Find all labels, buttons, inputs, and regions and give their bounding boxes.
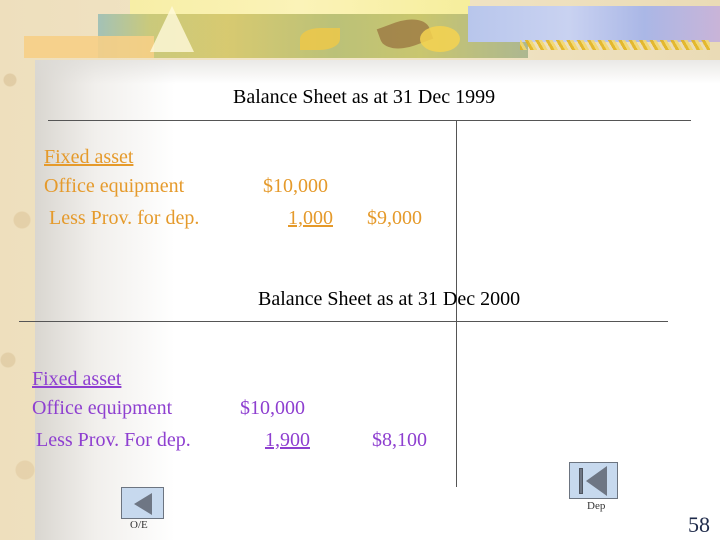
- depreciation-label-1999: Less Prov. for dep.: [49, 207, 200, 229]
- banner-blue-strip: [468, 6, 720, 42]
- office-equipment-amount-1999: $10,000: [263, 175, 328, 197]
- back-button-label: O/E: [130, 519, 148, 531]
- leaf-icon: [150, 6, 194, 52]
- office-equipment-label-2000: Office equipment: [32, 397, 173, 419]
- fixed-asset-heading-2000: Fixed asset: [32, 368, 122, 390]
- page-number: 58: [688, 512, 710, 537]
- t-account-horizontal-line-2000: [19, 321, 668, 322]
- leaf-icon: [300, 28, 340, 50]
- decorative-banner: [0, 0, 720, 60]
- first-slide-button-label: Dep: [587, 500, 606, 512]
- depreciation-amount-1999: 1,000: [288, 207, 333, 229]
- office-equipment-label-1999: Office equipment: [44, 175, 185, 197]
- fixed-asset-heading-1999: Fixed asset: [44, 146, 134, 168]
- wheat-icon: [520, 40, 710, 50]
- triangle-left-icon: [134, 493, 152, 515]
- skip-bar-icon: [579, 468, 583, 494]
- balance-sheet-2000-title: Balance Sheet as at 31 Dec 2000: [258, 288, 521, 310]
- banner-orange-strip: [24, 36, 154, 58]
- net-book-value-1999: $9,000: [367, 207, 422, 229]
- depreciation-label-2000: Less Prov. For dep.: [36, 429, 191, 451]
- net-book-value-2000: $8,100: [372, 429, 427, 451]
- depreciation-amount-2000: 1,900: [265, 429, 310, 451]
- balance-sheet-1999-title: Balance Sheet as at 31 Dec 1999: [233, 86, 496, 108]
- office-equipment-amount-2000: $10,000: [240, 397, 305, 419]
- back-button[interactable]: [121, 487, 164, 519]
- t-account-horizontal-line-1999: [48, 120, 691, 121]
- first-slide-button[interactable]: [569, 462, 618, 499]
- skip-to-start-icon: [586, 466, 607, 496]
- leaf-icon: [420, 26, 460, 52]
